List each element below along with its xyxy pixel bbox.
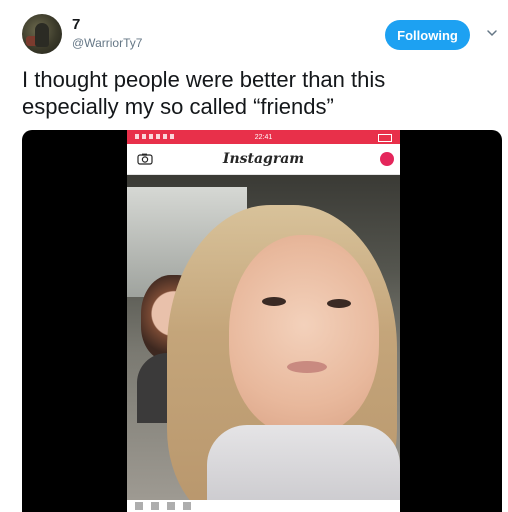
foreground-person-hoodie	[207, 425, 400, 500]
phone-status-bar: 22:41	[127, 130, 400, 144]
instagram-header: Instagram	[127, 144, 400, 175]
display-name[interactable]: 7	[72, 16, 80, 33]
foreground-person-face	[229, 235, 379, 435]
instagram-logo: Instagram	[222, 151, 305, 167]
battery-icon	[378, 134, 392, 142]
eye-left	[262, 297, 286, 306]
status-time: 22:41	[254, 133, 273, 141]
user-handle[interactable]: @WarriorTy7	[72, 36, 142, 50]
camera-icon	[137, 153, 153, 165]
record-dot-icon	[380, 152, 394, 166]
video-frame	[127, 175, 400, 500]
tweet-text: I thought people were better than this e…	[22, 66, 502, 120]
mouth	[287, 361, 327, 373]
phone-screen-recording: 22:41 Instagram	[127, 130, 400, 512]
following-button[interactable]: Following	[385, 20, 470, 50]
tweet-text-line-1: I thought people were better than this	[22, 67, 386, 92]
avatar[interactable]	[22, 14, 62, 54]
avatar-figure	[35, 23, 49, 47]
instagram-bottom-bar	[127, 500, 400, 512]
action-icons	[135, 502, 195, 510]
signal-icon	[135, 134, 175, 139]
embedded-video[interactable]: 22:41 Instagram	[22, 130, 502, 512]
chevron-down-icon[interactable]	[486, 27, 498, 39]
eye-right	[327, 299, 351, 308]
tweet-text-line-2: especially my so called “friends”	[22, 94, 334, 119]
